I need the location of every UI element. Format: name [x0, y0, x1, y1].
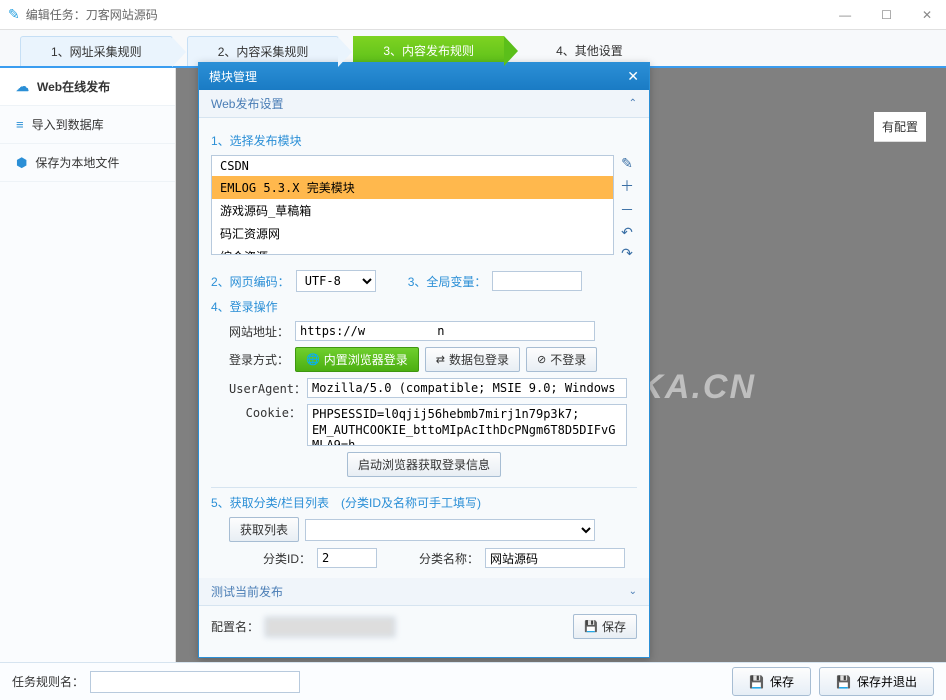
redo-icon[interactable]: ↷ — [621, 245, 633, 262]
no-login-button[interactable]: ⊘不登录 — [526, 347, 597, 372]
list-item[interactable]: 游戏源码_草稿箱 — [212, 199, 613, 222]
sidebar: ☁ Web在线发布 ≡ 导入到数据库 ⬢ 保存为本地文件 — [0, 68, 176, 662]
dialog-titlebar: 模块管理 ✕ — [199, 63, 649, 90]
step2-label: 2、网页编码： — [211, 273, 290, 290]
test-publish-header[interactable]: 测试当前发布 ⌄ — [199, 578, 649, 606]
cookie-textarea[interactable]: PHPSESSID=l0qjij56hebmb7mirj1n79p3k7; EM… — [307, 404, 627, 446]
category-name-label: 分类名称： — [419, 550, 479, 567]
dialog-close-button[interactable]: ✕ — [627, 68, 639, 85]
block-icon: ⊘ — [537, 353, 546, 366]
sidebar-item-web-publish[interactable]: ☁ Web在线发布 — [0, 68, 175, 106]
list-item[interactable]: 码汇资源网 — [212, 222, 613, 245]
list-tool-column: ✎ ＋ － ↶ ↷ — [617, 155, 637, 262]
encoding-select[interactable]: UTF-8 — [296, 270, 376, 292]
remove-icon[interactable]: － — [620, 200, 634, 220]
title-bar: ✎ 编辑任务：刀客网站源码 — ☐ ✕ — [0, 0, 946, 30]
disk-icon: 💾 — [749, 675, 764, 689]
task-name-label: 任务规则名： — [12, 673, 84, 690]
category-name-input[interactable] — [485, 548, 625, 568]
save-exit-button[interactable]: 💾保存并退出 — [819, 667, 934, 696]
disk-icon: ⬢ — [16, 155, 27, 171]
dialog-title: 模块管理 — [209, 68, 257, 85]
main-area: 有配置 3KA.CN 模块管理 ✕ Web发布设置 ⌃ 1、选择发布模块 CSD… — [176, 68, 946, 662]
tab-url-rules[interactable]: 1、网址采集规则 — [20, 36, 173, 66]
step4-label: 4、登录操作 — [211, 298, 278, 315]
site-url-label: 网站地址： — [229, 323, 289, 340]
get-list-button[interactable]: 获取列表 — [229, 517, 299, 542]
section-title: Web发布设置 — [211, 95, 283, 112]
disk-icon: 💾 — [836, 675, 851, 689]
window-buttons: — ☐ ✕ — [833, 6, 938, 24]
sidebar-item-save-local[interactable]: ⬢ 保存为本地文件 — [0, 144, 175, 182]
task-name-input[interactable] — [90, 671, 300, 693]
section-header[interactable]: Web发布设置 ⌃ — [199, 90, 649, 118]
step3-label: 3、全局变量： — [408, 273, 487, 290]
edit-icon[interactable]: ✎ — [621, 155, 633, 172]
category-select[interactable] — [305, 519, 595, 541]
useragent-label: UserAgent： — [229, 380, 301, 397]
module-manager-dialog: 模块管理 ✕ Web发布设置 ⌃ 1、选择发布模块 CSDN EMLOG 5.3… — [198, 62, 650, 658]
shuffle-icon: ⇄ — [436, 353, 445, 366]
save-button[interactable]: 💾保存 — [732, 667, 811, 696]
module-listbox[interactable]: CSDN EMLOG 5.3.X 完美模块 游戏源码_草稿箱 码汇资源网 综合资… — [211, 155, 614, 255]
useragent-input[interactable] — [307, 378, 627, 398]
category-id-input[interactable] — [317, 548, 377, 568]
cloud-icon: ☁ — [16, 79, 29, 95]
sidebar-item-label: 保存为本地文件 — [35, 154, 119, 171]
config-name-input[interactable]: 吗 — [265, 617, 395, 637]
list-item[interactable]: CSDN — [212, 156, 613, 176]
site-url-input[interactable] — [295, 321, 595, 341]
footer-bar: 任务规则名： 💾保存 💾保存并退出 — [0, 662, 946, 700]
add-icon[interactable]: ＋ — [620, 176, 634, 196]
test-publish-label: 测试当前发布 — [211, 583, 283, 600]
disk-icon: 💾 — [584, 620, 598, 633]
chevron-down-icon[interactable]: ⌄ — [629, 586, 637, 597]
sidebar-item-label: 导入到数据库 — [32, 116, 104, 133]
config-hint: 有配置 — [874, 112, 926, 142]
sidebar-item-import-db[interactable]: ≡ 导入到数据库 — [0, 106, 175, 144]
step5-label: 5、获取分类/栏目列表 (分类ID及名称可手工填写) — [211, 494, 481, 511]
cookie-label: Cookie： — [229, 404, 301, 421]
packet-login-button[interactable]: ⇄数据包登录 — [425, 347, 520, 372]
minimize-button[interactable]: — — [833, 6, 857, 24]
save-config-button[interactable]: 💾保存 — [573, 614, 637, 639]
global-var-input[interactable] — [492, 271, 582, 291]
category-id-label: 分类ID： — [263, 550, 311, 567]
list-item[interactable]: 综合资源 — [212, 245, 613, 255]
collapse-icon[interactable]: ⌃ — [629, 98, 637, 109]
maximize-button[interactable]: ☐ — [875, 6, 898, 24]
browser-login-button[interactable]: 🌐内置浏览器登录 — [295, 347, 419, 372]
database-icon: ≡ — [16, 117, 24, 132]
close-button[interactable]: ✕ — [916, 6, 938, 24]
step1-label: 1、选择发布模块 — [211, 132, 302, 149]
fetch-login-info-button[interactable]: 启动浏览器获取登录信息 — [347, 452, 501, 477]
sidebar-item-label: Web在线发布 — [37, 78, 110, 95]
globe-icon: 🌐 — [306, 353, 320, 366]
config-name-label: 配置名： — [211, 618, 259, 635]
app-icon: ✎ — [8, 6, 20, 23]
login-mode-label: 登录方式： — [229, 351, 289, 368]
list-item[interactable]: EMLOG 5.3.X 完美模块 — [212, 176, 613, 199]
window-title: 编辑任务：刀客网站源码 — [26, 6, 833, 23]
undo-icon[interactable]: ↶ — [621, 224, 633, 241]
